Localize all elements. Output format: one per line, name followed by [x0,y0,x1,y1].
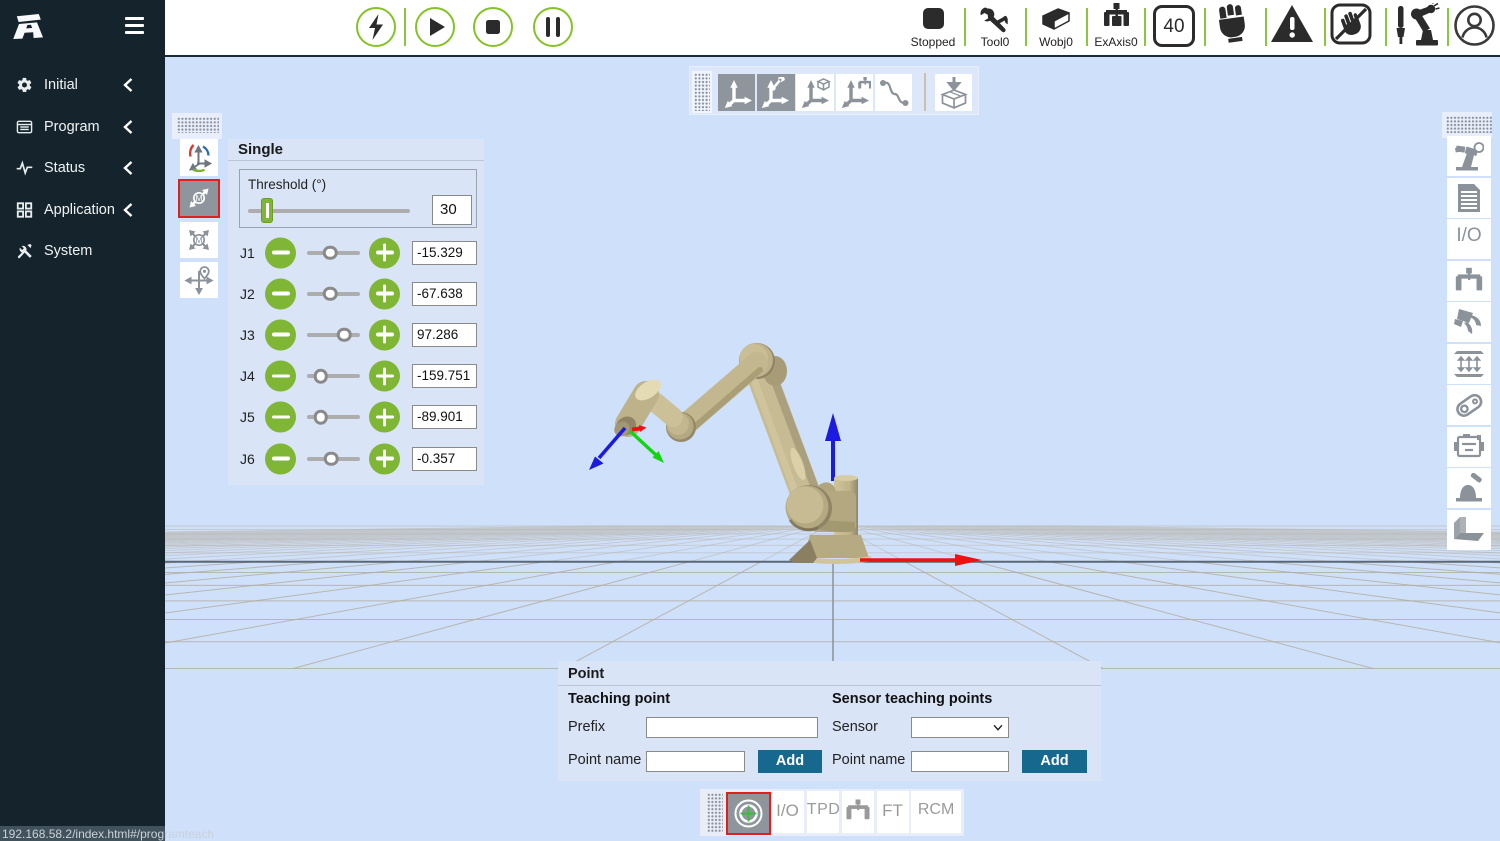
svg-text:M: M [195,193,202,203]
svg-text:M: M [195,235,202,245]
